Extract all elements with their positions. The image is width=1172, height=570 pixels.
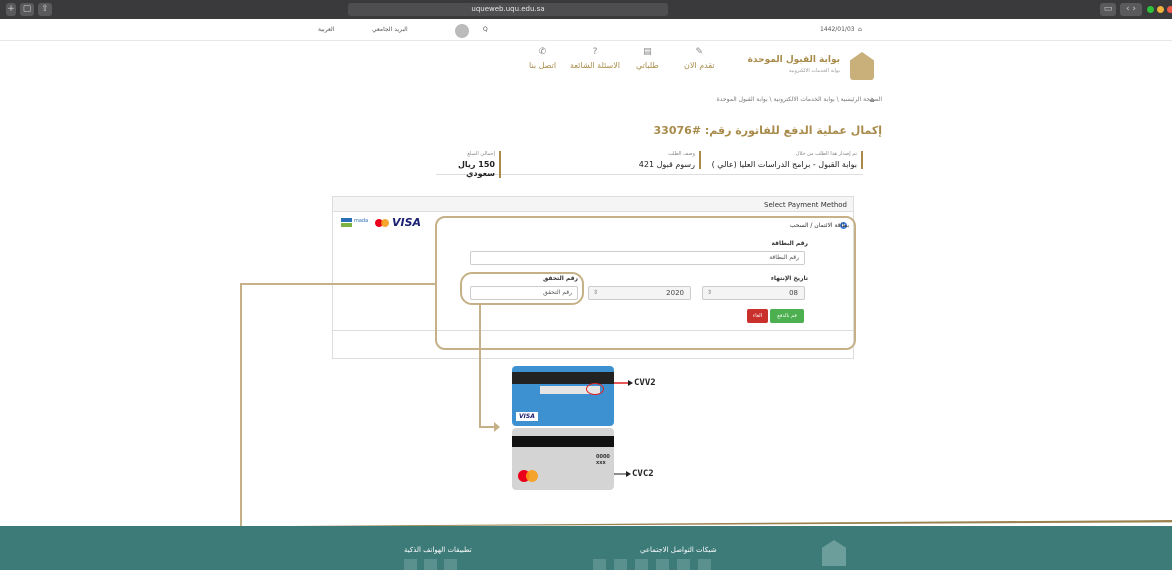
mastercard-back-image: 0000 xxx [512, 428, 614, 490]
cvc2-label: CVC2 [632, 469, 654, 479]
youtube-icon[interactable] [614, 559, 627, 570]
footer [0, 526, 1172, 570]
rss-icon[interactable] [593, 559, 606, 570]
arrow-line [479, 305, 494, 428]
windows-store-icon[interactable] [444, 559, 457, 570]
twitter-icon[interactable] [656, 559, 669, 570]
android-icon[interactable] [424, 559, 437, 570]
footer-apps-title: تطبيقات الهواتف الذكية [404, 546, 472, 554]
instagram-icon[interactable] [635, 559, 648, 570]
visa-card-back-image: VISA [512, 366, 614, 426]
arrow-head [494, 422, 500, 432]
facebook-icon[interactable] [677, 559, 690, 570]
app-store-icon[interactable] [404, 559, 417, 570]
cvv2-label: CVV2 [634, 378, 656, 388]
footer-social-title: شبكات التواصل الاجتماعي [640, 546, 717, 554]
googleplus-icon[interactable] [698, 559, 711, 570]
